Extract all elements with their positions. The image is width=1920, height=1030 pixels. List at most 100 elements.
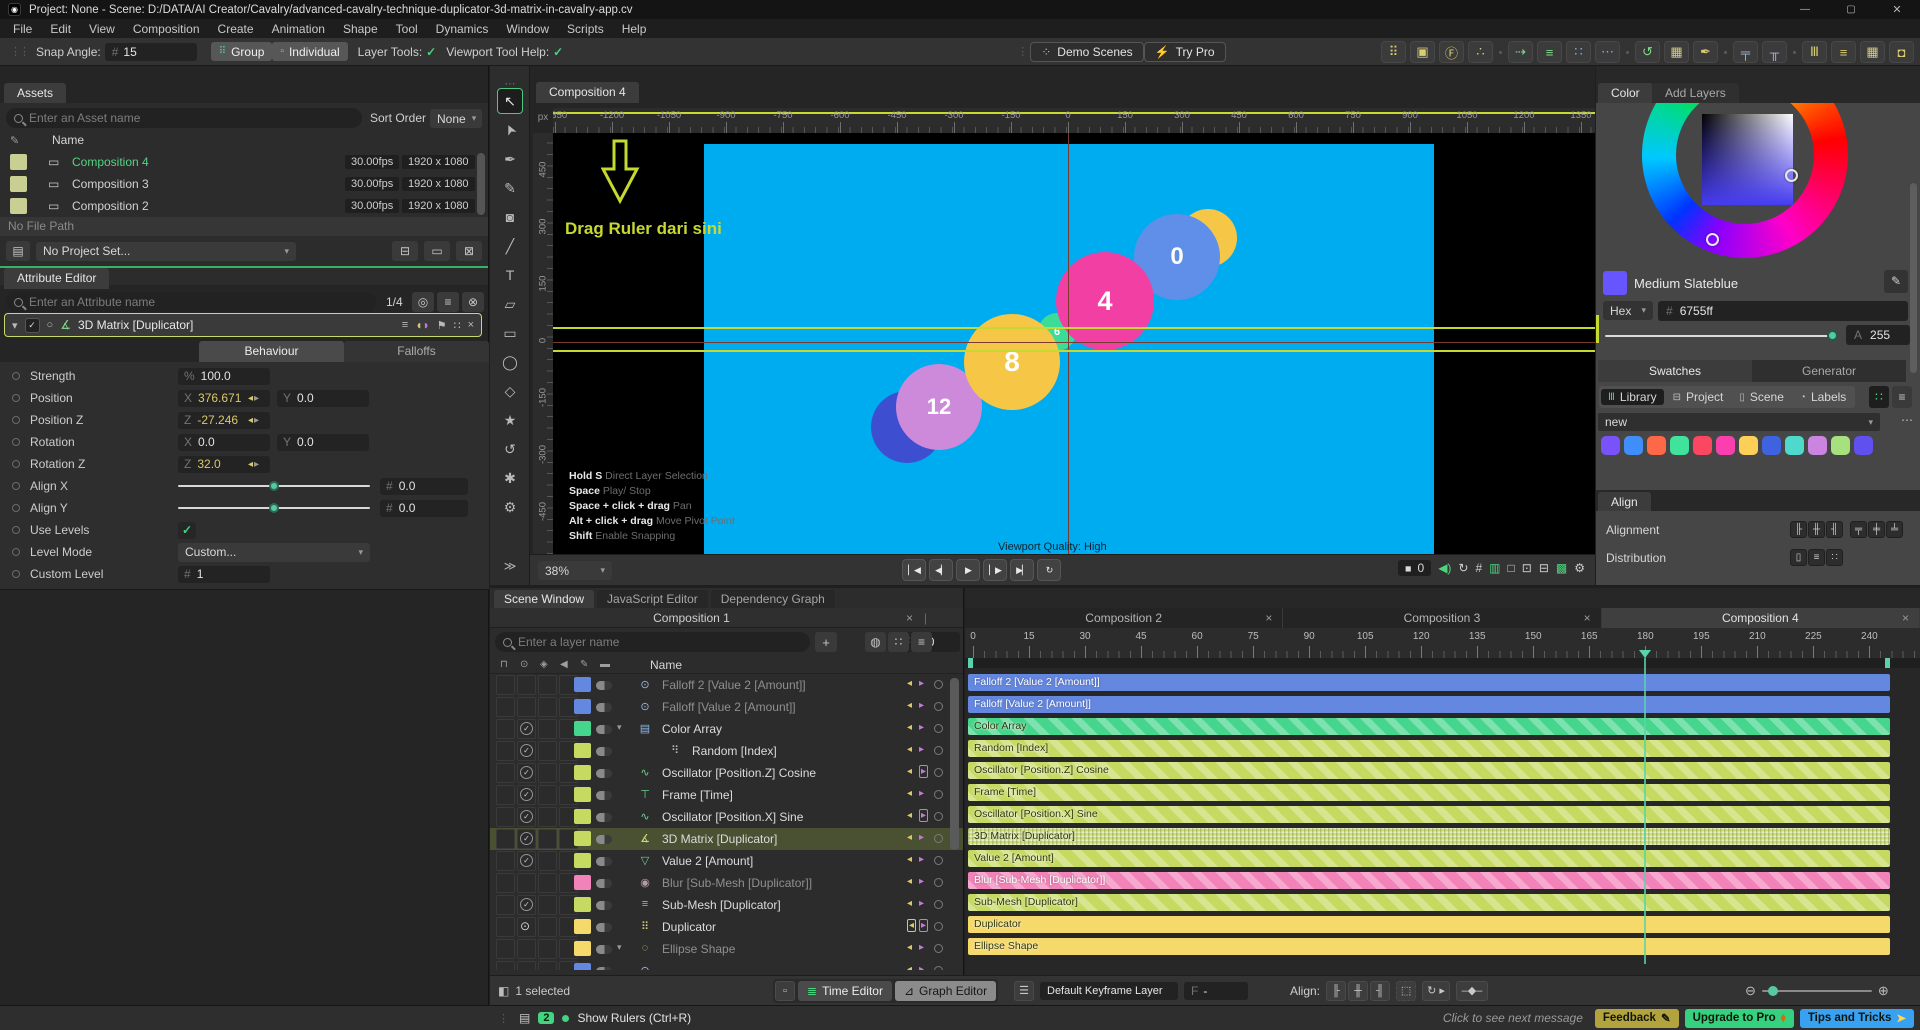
swatch-set-select[interactable]: new▾ xyxy=(1598,413,1880,431)
tips-and-tricks-button[interactable]: Tips and Tricks➤ xyxy=(1800,1009,1914,1028)
layer-row[interactable]: ✓⠻Random [Index]◂▸ xyxy=(490,740,963,762)
eyedropper-icon[interactable]: ✎ xyxy=(10,134,19,147)
tab-composition-4[interactable]: Composition 4× xyxy=(1602,608,1920,628)
marquee-icon[interactable]: ⬚ xyxy=(1396,981,1416,1001)
swatch-color-11[interactable] xyxy=(1854,436,1873,455)
layer-check-icon[interactable]: ✓ xyxy=(520,832,533,845)
keyframe-layer-icon[interactable]: ☰ xyxy=(1014,981,1034,1001)
layer-check-icon[interactable]: ✓ xyxy=(520,788,533,801)
layer-toggle-cell[interactable] xyxy=(538,895,557,915)
next-keyframe-icon[interactable]: ▸ xyxy=(919,722,924,733)
bounds-icon[interactable]: □ xyxy=(1508,561,1515,575)
align-top-edge-icon[interactable]: ╤ xyxy=(1733,41,1758,63)
layer-toggle-cell[interactable] xyxy=(538,939,557,959)
layer-toggle-cell[interactable] xyxy=(517,961,536,970)
prev-keyframe-icon[interactable]: ◂ xyxy=(907,766,912,777)
layer-toggle-pill[interactable] xyxy=(596,725,612,734)
tab-align[interactable]: Align xyxy=(1598,492,1651,513)
try-pro-button[interactable]: ⚡ Try Pro xyxy=(1144,42,1226,62)
pin-icon[interactable]: ⚑ xyxy=(437,319,447,332)
distribute-v-icon[interactable]: ≡ xyxy=(1808,549,1825,566)
horizontal-ruler[interactable]: -1350-1200-1050-900-750-600-450-300-1500… xyxy=(553,108,1595,133)
attribute-dot-icon[interactable] xyxy=(12,416,20,424)
menu-file[interactable]: File xyxy=(4,22,41,36)
track-bar[interactable]: Random [Index] xyxy=(968,740,1890,757)
layer-row[interactable]: ✓∡3D Matrix [Duplicator]◂▸ xyxy=(490,828,963,850)
keyframe-circle-icon[interactable] xyxy=(934,900,943,909)
demo-scenes-button[interactable]: ⁘ Demo Scenes xyxy=(1030,42,1143,62)
eye-icon[interactable]: ⊙ xyxy=(520,919,530,933)
go-to-start-button[interactable]: ▏◀ xyxy=(902,559,926,581)
layer-toggle-cell[interactable] xyxy=(538,873,557,893)
attribute-dot-icon[interactable] xyxy=(12,482,20,490)
filter-icon[interactable]: ≡ xyxy=(911,632,932,652)
swatch-color-7[interactable] xyxy=(1762,436,1781,455)
cube-icon[interactable]: ▣ xyxy=(1410,41,1435,63)
layer-toggle-pill[interactable] xyxy=(596,901,612,910)
eye-icon[interactable]: ⊙ xyxy=(520,659,528,670)
zoom-select[interactable]: 38%▾ xyxy=(538,561,612,580)
select-tool[interactable]: ↖ xyxy=(497,88,523,114)
isolate-icon[interactable]: ∷ xyxy=(888,632,909,652)
grid-overlay-icon[interactable]: # xyxy=(1475,561,1482,575)
step-back-button[interactable]: ◀▏ xyxy=(929,559,953,581)
layer-color-chip[interactable] xyxy=(574,941,591,956)
playhead-line[interactable] xyxy=(1644,658,1646,964)
tab-scene-window[interactable]: Scene Window xyxy=(494,590,594,608)
slider-track[interactable] xyxy=(178,485,370,487)
align-bottom-icon[interactable]: ╧ xyxy=(1886,521,1903,538)
slider-knob[interactable] xyxy=(269,481,279,491)
layer-toggle-cell[interactable] xyxy=(496,873,515,893)
menu-edit[interactable]: Edit xyxy=(41,22,80,36)
track-bar[interactable]: 3D Matrix [Duplicator] xyxy=(968,828,1890,845)
layer-toggle-cell[interactable] xyxy=(496,851,515,871)
track-bar[interactable]: Blur [Sub-Mesh [Duplicator]] xyxy=(968,872,1890,889)
attribute-dot-icon[interactable] xyxy=(12,372,20,380)
layer-row[interactable]: ✓∿Oscillator [Position.X] Sine◂▸ xyxy=(490,806,963,828)
menu-scripts[interactable]: Scripts xyxy=(558,22,613,36)
swatch-color-8[interactable] xyxy=(1785,436,1804,455)
tab-add-layers[interactable]: Add Layers xyxy=(1652,83,1739,104)
maximize-button[interactable]: ▢ xyxy=(1828,0,1874,19)
loop-button[interactable]: ↻ xyxy=(1037,559,1061,581)
close-button[interactable]: ✕ xyxy=(1874,0,1920,19)
layer-color-chip[interactable] xyxy=(574,809,591,824)
chevron-down-icon[interactable]: ▾ xyxy=(617,942,622,953)
scatter-icon[interactable]: ∴ xyxy=(1468,41,1493,63)
layer-check-icon[interactable]: ✓ xyxy=(520,898,533,911)
layer-toggle-cell[interactable] xyxy=(496,807,515,827)
keyframe-circle-icon[interactable] xyxy=(934,922,943,931)
keyframe-circle-icon[interactable] xyxy=(934,680,943,689)
menu-animation[interactable]: Animation xyxy=(263,22,334,36)
attribute-search-input[interactable] xyxy=(29,295,368,309)
layer-toggle-cell[interactable] xyxy=(496,675,515,695)
layer-toggle-cell[interactable] xyxy=(496,719,515,739)
swatch-color-1[interactable] xyxy=(1624,436,1643,455)
alpha-slider-knob[interactable] xyxy=(1827,330,1838,341)
next-keyframe-icon[interactable]: ▸ xyxy=(919,876,924,887)
layer-toggle-cell[interactable] xyxy=(517,873,536,893)
swatch-color-2[interactable] xyxy=(1647,436,1666,455)
asset-row[interactable]: ▭Composition 230.00fps1920 x 1080 xyxy=(0,195,488,217)
swatch-source-scene[interactable]: ▯Scene xyxy=(1732,389,1791,405)
individual-button[interactable]: ▫ Individual xyxy=(272,42,347,61)
ellipse-tool[interactable]: ◯ xyxy=(497,349,523,375)
add-attribute-icon[interactable]: ≡ xyxy=(437,292,459,312)
minimize-button[interactable]: — xyxy=(1782,0,1828,19)
layer-toggle-cell[interactable] xyxy=(538,851,557,871)
viewport-canvas[interactable]: 064128 Drag Ruler dari sini Hold S Direc… xyxy=(553,133,1595,554)
attribute-dot-icon[interactable] xyxy=(12,394,20,402)
go-to-end-button[interactable]: ▶▏ xyxy=(1010,559,1034,581)
keyframe-nav-icon[interactable]: –◆– xyxy=(1456,981,1488,1001)
next-keyframe-icon[interactable]: ▸ xyxy=(919,942,924,953)
layer-toggle-cell[interactable] xyxy=(496,895,515,915)
rotation-icon[interactable]: ↻ xyxy=(1458,561,1468,575)
layer-row[interactable]: ✓⊤Frame [Time]◂▸ xyxy=(490,784,963,806)
layer-toggle-cell[interactable] xyxy=(538,917,557,937)
close-tab-icon[interactable]: × xyxy=(1265,611,1272,625)
swatch-color-9[interactable] xyxy=(1808,436,1827,455)
layer-toggle-cell[interactable] xyxy=(517,675,536,695)
layer-toggle-pill[interactable] xyxy=(596,791,612,800)
add-layer-button[interactable]: + xyxy=(815,632,837,652)
keyframe-circle-icon[interactable] xyxy=(934,790,943,799)
